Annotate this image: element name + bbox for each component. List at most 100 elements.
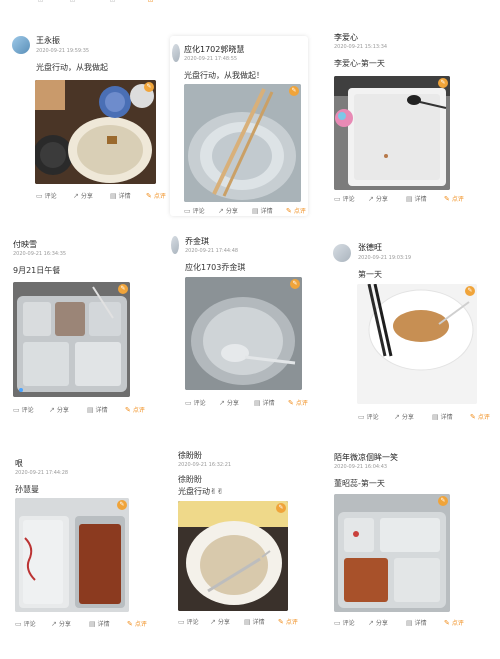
evaluate-button[interactable]: ✎ 点评 — [278, 617, 298, 627]
post-time: 2020-09-21 17:44:48 — [185, 248, 239, 254]
evaluate-button[interactable]: ✎ 点评 — [146, 191, 166, 201]
pencil-icon[interactable]: ✎ — [117, 500, 127, 510]
action-bar: ▭ 评论 ↗ 分享 ▤ 详情 ✎ 点评 — [185, 398, 309, 408]
post-time: 2020-09-21 16:34:35 — [13, 251, 67, 257]
post-card[interactable]: 付映雪 2020-09-21 16:34:35 9月21日午餐 ✎ ▭ 评论 ↗ 分… — [8, 236, 168, 418]
evaluate-button[interactable]: ✎ 点评 — [444, 194, 464, 204]
detail-button[interactable]: ▤ 详情 — [432, 412, 453, 422]
detail-icon: ▤ — [252, 206, 259, 215]
detail-button[interactable]: ▤ 详情 — [110, 191, 131, 201]
user-name[interactable]: 李爱心 — [334, 32, 358, 43]
photo-white-plate — [334, 76, 450, 190]
avatar[interactable] — [171, 236, 179, 254]
comment-icon: ▭ — [334, 194, 341, 203]
pencil-icon[interactable]: ✎ — [118, 284, 128, 294]
comment-button[interactable]: ▭ 评论 — [36, 191, 57, 201]
post-photo[interactable]: ✎ — [178, 501, 288, 611]
post-text: 徐盼盼 — [178, 475, 202, 484]
edit-icon: ✎ — [470, 412, 476, 421]
detail-button[interactable]: ▤ 详情 — [244, 617, 265, 627]
post-time: 2020-09-21 16:32:21 — [178, 462, 232, 468]
comment-icon: ▭ — [358, 412, 365, 421]
pencil-icon[interactable]: ✎ — [290, 279, 300, 289]
user-name[interactable]: 应化1702郭晓慧 — [184, 44, 244, 55]
user-name[interactable]: 付映雪 — [13, 239, 37, 250]
comment-button[interactable]: ▭ 评论 — [15, 619, 36, 629]
pencil-icon[interactable]: ✎ — [144, 82, 154, 92]
post-photo[interactable]: ✎ — [357, 284, 477, 404]
user-name[interactable]: 哏 — [15, 458, 23, 469]
post-card[interactable]: 李爱心 2020-09-21 15:13:34 李爱心-第一天 ✎ ▭ 评论 ↗ 分… — [326, 26, 494, 210]
pencil-icon[interactable]: ✎ — [465, 286, 475, 296]
post-time: 2020-09-21 17:44:28 — [15, 470, 69, 476]
post-photo[interactable]: ✎ — [35, 80, 156, 184]
user-name[interactable]: 陌年微凉佪眸一笑 — [334, 452, 398, 463]
avatar[interactable] — [333, 244, 351, 262]
share-button[interactable]: ↗ 分享 — [368, 194, 388, 204]
post-time: 2020-09-21 15:13:34 — [334, 44, 388, 50]
share-icon: ↗ — [219, 398, 225, 407]
post-photo[interactable]: ✎ — [15, 498, 129, 612]
post-photo[interactable]: ✎ — [334, 76, 450, 190]
evaluate-button[interactable]: ✎ 点评 — [286, 206, 306, 216]
post-photo[interactable]: ✎ — [184, 84, 301, 202]
detail-button[interactable]: ▤ 详情 — [406, 194, 427, 204]
detail-icon: ▤ — [254, 398, 261, 407]
action-bar: ▭ 评论 ↗ 分享 ▤ 详情 ✎ 点评 — [334, 618, 484, 628]
action-bar: ▭ 评论 ↗ 分享 ▤ 详情 ✎ 点评 — [184, 206, 308, 216]
pencil-icon[interactable]: ✎ — [289, 86, 299, 96]
post-text: 董昭蕊-第一天 — [334, 479, 385, 488]
post-time: 2020-09-21 19:03:19 — [358, 255, 412, 261]
photo-steel-tray — [13, 282, 130, 397]
detail-button[interactable]: ▤ 详情 — [254, 398, 275, 408]
comment-button[interactable]: ▭ 评论 — [334, 618, 355, 628]
comment-button[interactable]: ▭ 评论 — [185, 398, 206, 408]
share-button[interactable]: ↗ 分享 — [368, 618, 388, 628]
user-name[interactable]: 王永振 — [36, 35, 60, 46]
pencil-icon[interactable]: ✎ — [438, 78, 448, 88]
post-card[interactable]: 徐盼盼 2020-09-21 16:32:21 徐盼盼 光盘行动✌✌ ✎ ▭ 评论… — [170, 446, 316, 636]
post-time: 2020-09-21 17:48:55 — [184, 56, 238, 62]
post-photo[interactable]: ✎ — [185, 277, 302, 390]
share-button[interactable]: ↗ 分享 — [394, 412, 414, 422]
post-card[interactable]: 哏 2020-09-21 17:44:28 孙慧曼 ✎ ▭ 评论 ↗ 分享 ▤ 详情 … — [8, 452, 168, 634]
share-button[interactable]: ↗ 分享 — [210, 617, 230, 627]
evaluate-button[interactable]: ✎ 点评 — [470, 412, 490, 422]
comment-button[interactable]: ▭ 评论 — [358, 412, 379, 422]
pencil-icon[interactable]: ✎ — [276, 503, 286, 513]
evaluate-button[interactable]: ✎ 点评 — [444, 618, 464, 628]
user-name[interactable]: 徐盼盼 — [178, 450, 202, 461]
avatar[interactable] — [172, 44, 180, 62]
detail-button[interactable]: ▤ 详情 — [87, 405, 108, 415]
post-card[interactable]: 乔金琪 2020-09-21 17:44:48 应化1703乔金琪 ✎ ▭ 评论 … — [170, 230, 310, 412]
evaluate-button[interactable]: ✎ 点评 — [288, 398, 308, 408]
post-photo[interactable]: ✎ — [13, 282, 130, 397]
post-card[interactable]: 应化1702郭晓慧 2020-09-21 17:48:55 光盘行动，从我做起！… — [170, 36, 308, 216]
share-button[interactable]: ↗ 分享 — [73, 191, 93, 201]
share-button[interactable]: ↗ 分享 — [219, 398, 239, 408]
detail-button[interactable]: ▤ 详情 — [406, 618, 427, 628]
comment-button[interactable]: ▭ 评论 — [184, 206, 205, 216]
photo-steel-bowl-spoon — [185, 277, 302, 390]
post-card[interactable]: 张德旺 2020-09-21 19:03:19 第一天 ✎ ▭ 评论 ↗ 分享 ▤ 详… — [326, 236, 494, 422]
detail-button[interactable]: ▤ 详情 — [89, 619, 110, 629]
share-icon: ↗ — [51, 619, 57, 628]
comment-button[interactable]: ▭ 评论 — [13, 405, 34, 415]
avatar[interactable] — [12, 36, 30, 54]
share-button[interactable]: ↗ 分享 — [49, 405, 69, 415]
edit-icon: ✎ — [125, 405, 131, 414]
post-card[interactable]: 王永振 2020-09-21 19:59:35 光盘行动，从我做起 ✎ ▭ 评论 … — [8, 28, 168, 210]
evaluate-button[interactable]: ✎ 点评 — [125, 405, 145, 415]
comment-button[interactable]: ▭ 评论 — [178, 617, 199, 627]
user-name[interactable]: 乔金琪 — [185, 236, 209, 247]
post-photo[interactable]: ✎ — [334, 494, 450, 612]
photo-steel-bowl — [184, 84, 301, 202]
user-name[interactable]: 张德旺 — [358, 242, 382, 253]
comment-button[interactable]: ▭ 评论 — [334, 194, 355, 204]
share-button[interactable]: ↗ 分享 — [51, 619, 71, 629]
share-button[interactable]: ↗ 分享 — [218, 206, 238, 216]
pencil-icon[interactable]: ✎ — [438, 496, 448, 506]
post-card[interactable]: 陌年微凉佪眸一笑 2020-09-21 16:04:43 董昭蕊-第一天 ✎ ▭… — [326, 446, 494, 634]
detail-button[interactable]: ▤ 详情 — [252, 206, 273, 216]
evaluate-button[interactable]: ✎ 点评 — [127, 619, 147, 629]
